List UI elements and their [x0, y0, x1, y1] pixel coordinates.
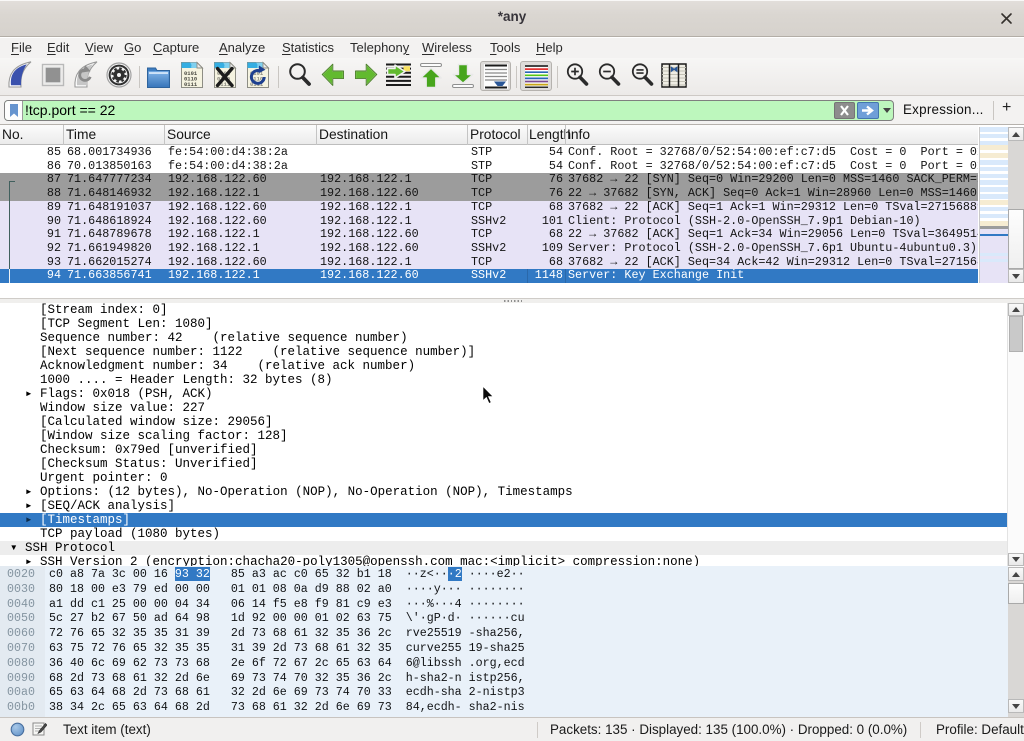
- svg-text:0111: 0111: [184, 81, 198, 88]
